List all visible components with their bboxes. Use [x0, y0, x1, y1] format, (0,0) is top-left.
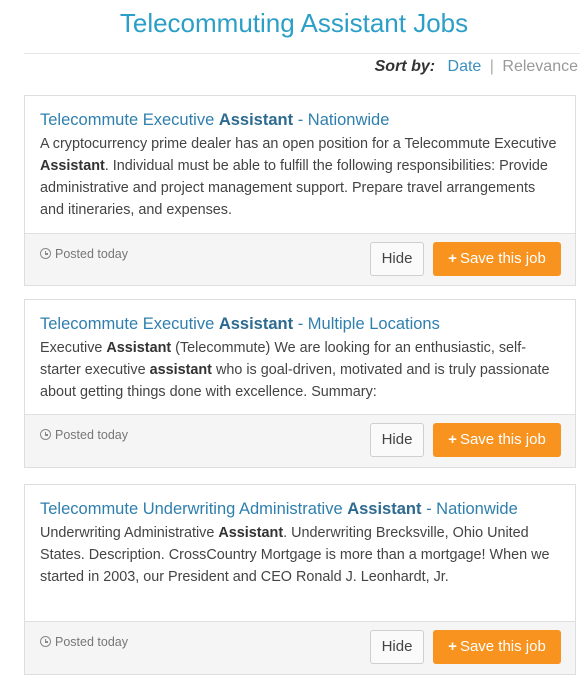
- sort-controls: Sort by: Date | Relevance: [375, 58, 578, 76]
- job-desc-text: Underwriting Administrative: [40, 525, 219, 541]
- job-desc-keyword: assistant: [149, 362, 212, 378]
- page-title: Telecommuting Assistant Jobs: [119, 8, 469, 38]
- plus-icon: +: [448, 431, 457, 448]
- save-job-button[interactable]: + Save this job: [433, 242, 561, 276]
- job-card: Telecommute Executive Assistant - Multip…: [24, 299, 576, 468]
- title-divider: [24, 53, 580, 54]
- hide-button[interactable]: Hide: [370, 630, 424, 664]
- job-description: A cryptocurrency prime dealer has an ope…: [40, 133, 561, 221]
- posted-date: Posted today: [40, 428, 128, 442]
- job-desc-text: . Individual must be able to fulfill the…: [40, 158, 548, 218]
- job-title-location: - Nationwide: [421, 500, 518, 518]
- job-desc-text: Executive: [40, 340, 107, 356]
- sort-by-relevance-link[interactable]: Relevance: [502, 58, 578, 75]
- clock-icon: [40, 636, 51, 647]
- posted-label: Posted today: [55, 635, 128, 649]
- hide-button[interactable]: Hide: [370, 242, 424, 276]
- save-job-label: Save this job: [459, 431, 546, 448]
- job-footer: Posted today Hide + Save this job: [25, 414, 575, 467]
- save-job-label: Save this job: [459, 638, 546, 655]
- clock-icon: [40, 429, 51, 440]
- job-footer: Posted today Hide + Save this job: [25, 621, 575, 674]
- job-title-text: Telecommute Underwriting Administrative: [40, 500, 348, 518]
- hide-button[interactable]: Hide: [370, 423, 424, 457]
- save-job-button[interactable]: + Save this job: [433, 423, 561, 457]
- sort-by-date-link[interactable]: Date: [448, 58, 482, 75]
- job-title-keyword: Assistant: [218, 315, 294, 333]
- job-title-keyword: Assistant: [218, 111, 294, 129]
- posted-date: Posted today: [40, 635, 128, 649]
- posted-date: Posted today: [40, 247, 128, 261]
- job-desc-keyword: Assistant: [40, 158, 105, 174]
- clock-icon: [40, 248, 51, 259]
- job-desc-text: A cryptocurrency prime dealer has an ope…: [40, 136, 557, 152]
- sort-label: Sort by:: [374, 58, 436, 75]
- job-description: Executive Assistant (Telecommute) We are…: [40, 337, 561, 403]
- job-desc-keyword: Assistant: [218, 525, 284, 541]
- job-card: Telecommute Underwriting Administrative …: [24, 484, 576, 675]
- job-title-text: Telecommute Executive: [40, 315, 219, 333]
- job-title-link[interactable]: Telecommute Underwriting Administrative …: [40, 498, 561, 520]
- plus-icon: +: [448, 638, 457, 655]
- job-title-link[interactable]: Telecommute Executive Assistant - Multip…: [40, 313, 561, 335]
- job-description: Underwriting Administrative Assistant. U…: [40, 522, 561, 588]
- job-footer: Posted today Hide + Save this job: [25, 233, 575, 285]
- save-job-button[interactable]: + Save this job: [433, 630, 561, 664]
- job-desc-keyword: Assistant: [106, 340, 172, 356]
- job-title-link[interactable]: Telecommute Executive Assistant - Nation…: [40, 109, 561, 131]
- job-title-keyword: Assistant: [347, 500, 422, 518]
- job-title-location: - Multiple Locations: [293, 315, 440, 333]
- job-card: Telecommute Executive Assistant - Nation…: [24, 95, 576, 286]
- plus-icon: +: [448, 250, 457, 267]
- posted-label: Posted today: [55, 428, 128, 442]
- save-job-label: Save this job: [459, 250, 546, 267]
- posted-label: Posted today: [55, 247, 128, 261]
- job-title-location: - Nationwide: [293, 111, 390, 129]
- sort-separator: |: [489, 58, 494, 75]
- job-title-text: Telecommute Executive: [40, 111, 219, 129]
